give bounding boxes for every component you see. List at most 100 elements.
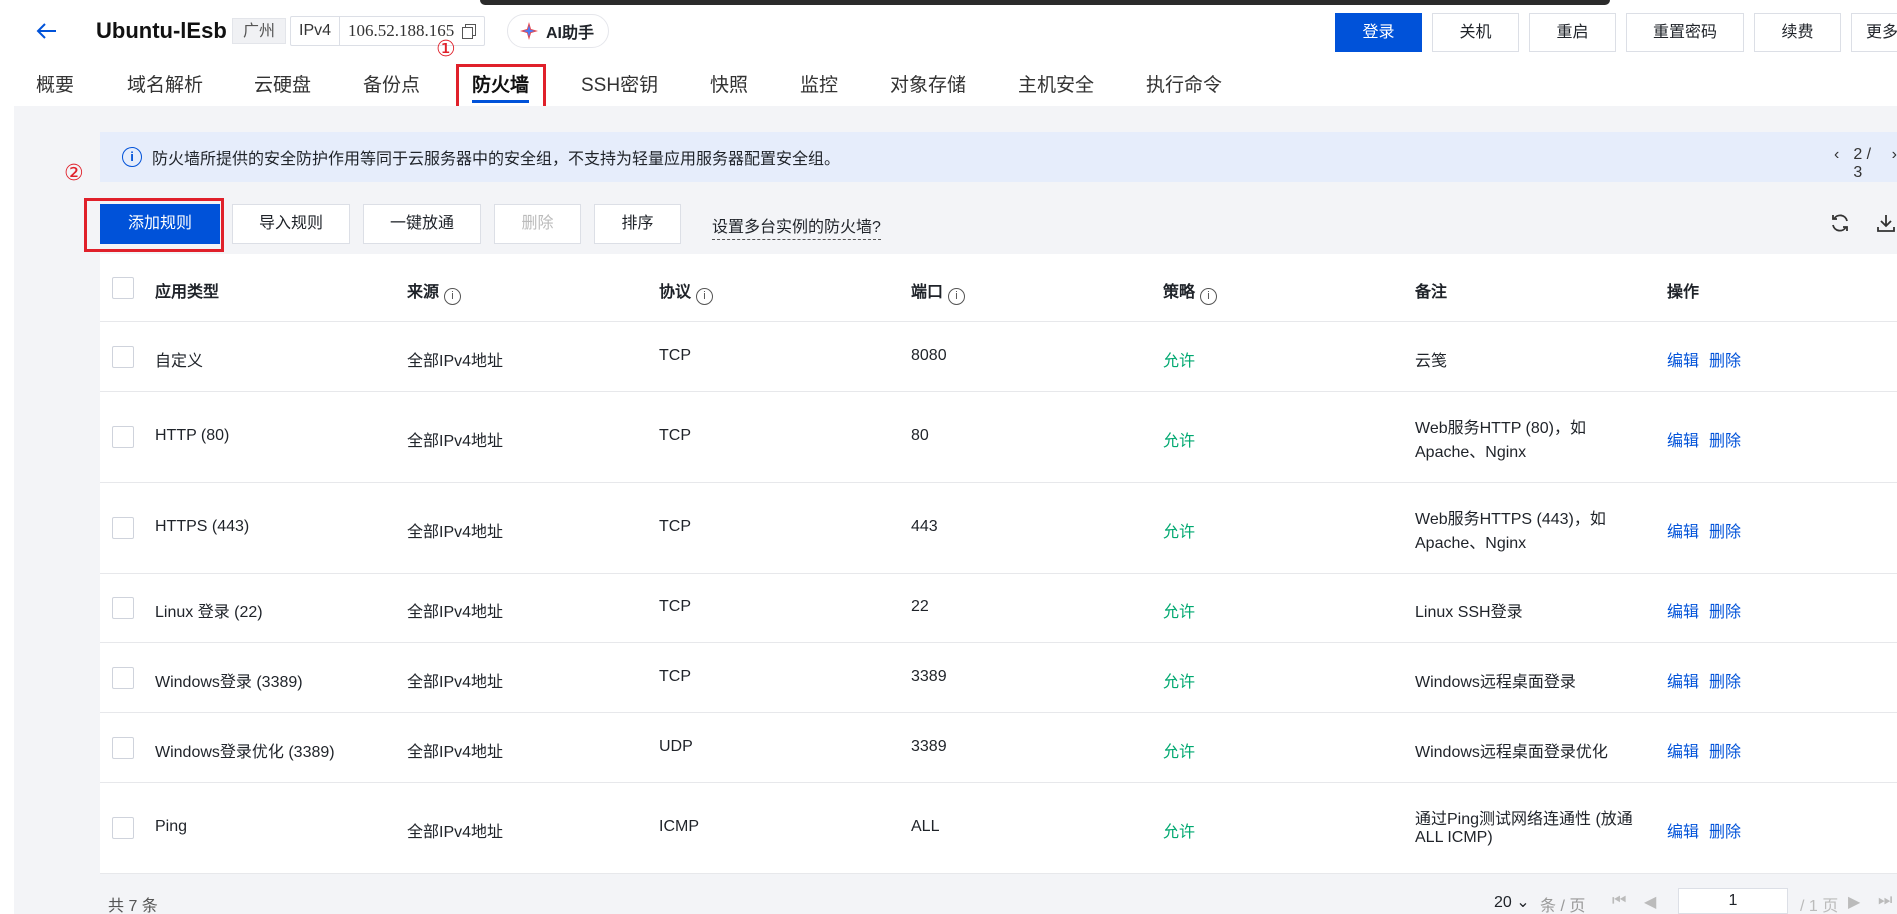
ai-assistant-button[interactable]: AI助手	[507, 14, 610, 48]
reset-password-button[interactable]: 重置密码	[1626, 13, 1744, 52]
col-header-policy: 策略 i	[1163, 278, 1218, 305]
total-pages-label: / 1 页	[1800, 898, 1839, 914]
instance-header: Ubuntu-lEsb 广州 IPv4 106.52.188.165 AI助手 …	[0, 10, 1897, 52]
cell-type: Ping	[155, 818, 188, 835]
cell-note: Windows远程桌面登录优化	[1415, 744, 1608, 761]
col-header-port: 端口 i	[911, 278, 966, 305]
last-page-icon[interactable]: ⏭	[1878, 892, 1892, 910]
first-page-icon[interactable]: ⏮	[1612, 892, 1626, 910]
tab-execute-command[interactable]: 执行命令	[1146, 70, 1222, 97]
tab-dns[interactable]: 域名解析	[127, 70, 203, 97]
back-arrow-icon[interactable]	[34, 18, 60, 44]
cell-port: 80	[911, 427, 929, 444]
row-checkbox[interactable]	[112, 517, 134, 539]
add-rule-highlight	[84, 198, 224, 252]
tab-bar: 概要 域名解析 云硬盘 备份点 防火墙 SSH密钥 快照 监控 对象存储 主机安…	[0, 66, 1897, 106]
firewall-tab-highlight	[456, 64, 546, 112]
renew-button[interactable]: 续费	[1754, 13, 1841, 52]
cell-protocol: ICMP	[659, 818, 699, 835]
delete-button[interactable]: 删除	[494, 204, 581, 244]
ip-address-box: IPv4 106.52.188.165	[290, 16, 486, 46]
help-icon[interactable]: i	[444, 288, 462, 305]
chevron-right-icon[interactable]: ›	[1892, 146, 1897, 182]
col-header-protocol-label: 协议	[659, 284, 692, 301]
help-icon[interactable]: i	[696, 288, 714, 305]
row-checkbox[interactable]	[112, 667, 134, 689]
row-checkbox[interactable]	[112, 817, 134, 839]
edit-link[interactable]: 编辑	[1667, 738, 1699, 762]
select-all-checkbox[interactable]	[112, 277, 134, 299]
multi-instance-firewall-link[interactable]: 设置多台实例的防火墙?	[712, 213, 881, 240]
tab-cloud-disk[interactable]: 云硬盘	[254, 70, 311, 97]
instance-name: Ubuntu-lEsb	[96, 18, 227, 43]
cell-source: 全部IPv4地址	[407, 524, 504, 541]
restart-button[interactable]: 重启	[1529, 13, 1616, 52]
table-row: Ping 全部IPv4地址 ICMP ALL 允许 通过Ping测试网络连通性 …	[100, 783, 1897, 874]
cell-type: 自定义	[155, 353, 204, 370]
page-number-input[interactable]: 1	[1678, 888, 1788, 914]
next-page-icon[interactable]: ▶	[1848, 892, 1860, 912]
import-rules-button[interactable]: 导入规则	[232, 204, 350, 244]
row-checkbox[interactable]	[112, 426, 134, 448]
cell-protocol: TCP	[659, 347, 691, 364]
notice-text: 防火墙所提供的安全防护作用等同于云服务器中的安全组，不支持为轻量应用服务器配置安…	[152, 151, 841, 168]
delete-link[interactable]: 删除	[1709, 738, 1741, 762]
edit-link[interactable]: 编辑	[1667, 347, 1699, 371]
help-icon[interactable]: i	[948, 288, 966, 305]
tab-snapshot[interactable]: 快照	[710, 70, 748, 97]
per-page-label: 条 / 页	[1540, 898, 1586, 914]
col-header-source: 来源 i	[407, 278, 462, 305]
cell-policy: 允许	[1163, 524, 1196, 541]
edit-link[interactable]: 编辑	[1667, 668, 1699, 692]
row-checkbox[interactable]	[112, 346, 134, 368]
cell-protocol: TCP	[659, 668, 691, 685]
sort-button[interactable]: 排序	[594, 204, 681, 244]
tab-backup[interactable]: 备份点	[363, 70, 420, 97]
tab-monitor[interactable]: 监控	[800, 70, 838, 97]
cell-policy: 允许	[1163, 744, 1196, 761]
tab-overview[interactable]: 概要	[36, 70, 74, 97]
row-checkbox[interactable]	[112, 597, 134, 619]
notice-pager: ‹ 2 / 3 ›	[1834, 146, 1897, 182]
delete-link[interactable]: 删除	[1709, 818, 1741, 842]
cell-protocol: TCP	[659, 598, 691, 615]
download-icon[interactable]	[1875, 212, 1897, 234]
cell-policy: 允许	[1163, 674, 1196, 691]
total-count: 共 7 条	[108, 898, 158, 914]
cell-source: 全部IPv4地址	[407, 604, 504, 621]
delete-link[interactable]: 删除	[1709, 427, 1741, 451]
edit-link[interactable]: 编辑	[1667, 598, 1699, 622]
table-row: 自定义 全部IPv4地址 TCP 8080 允许 云笺 编辑 删除	[100, 322, 1897, 392]
delete-link[interactable]: 删除	[1709, 518, 1741, 542]
toolbar-icons	[1829, 212, 1897, 234]
cell-type: HTTP (80)	[155, 427, 230, 444]
help-icon[interactable]: i	[1200, 288, 1218, 305]
prev-page-icon[interactable]: ◀	[1644, 892, 1656, 912]
delete-link[interactable]: 删除	[1709, 668, 1741, 692]
copy-icon[interactable]	[462, 24, 477, 39]
cell-type: Windows登录优化 (3389)	[155, 744, 335, 761]
firewall-toolbar: 添加规则 导入规则 一键放通 删除 排序 设置多台实例的防火墙?	[84, 204, 1897, 244]
login-button[interactable]: 登录	[1335, 13, 1422, 52]
tab-host-security[interactable]: 主机安全	[1018, 70, 1094, 97]
cell-type: Linux 登录 (22)	[155, 604, 263, 621]
delete-link[interactable]: 删除	[1709, 347, 1741, 371]
table-header-row: 应用类型 来源 i 协议 i 端口 i 策略 i 备注 操作	[100, 254, 1897, 322]
ip-type-label: IPv4	[291, 17, 341, 45]
table-row: HTTP (80) 全部IPv4地址 TCP 80 允许 Web服务HTTP (…	[100, 392, 1897, 483]
edit-link[interactable]: 编辑	[1667, 518, 1699, 542]
delete-link[interactable]: 删除	[1709, 598, 1741, 622]
page-size-select[interactable]: 20 ⌄	[1494, 892, 1530, 912]
cell-type: Windows登录 (3389)	[155, 674, 303, 691]
edit-link[interactable]: 编辑	[1667, 818, 1699, 842]
tab-object-storage[interactable]: 对象存储	[890, 70, 966, 97]
more-button[interactable]: 更多	[1851, 13, 1897, 52]
tab-ssh-keys[interactable]: SSH密钥	[581, 70, 658, 97]
chevron-left-icon[interactable]: ‹	[1834, 146, 1839, 182]
cell-note-line2: Apache、Nginx	[1415, 535, 1527, 552]
shutdown-button[interactable]: 关机	[1432, 13, 1519, 52]
edit-link[interactable]: 编辑	[1667, 427, 1699, 451]
open-all-button[interactable]: 一键放通	[363, 204, 481, 244]
refresh-icon[interactable]	[1829, 212, 1851, 234]
row-checkbox[interactable]	[112, 737, 134, 759]
